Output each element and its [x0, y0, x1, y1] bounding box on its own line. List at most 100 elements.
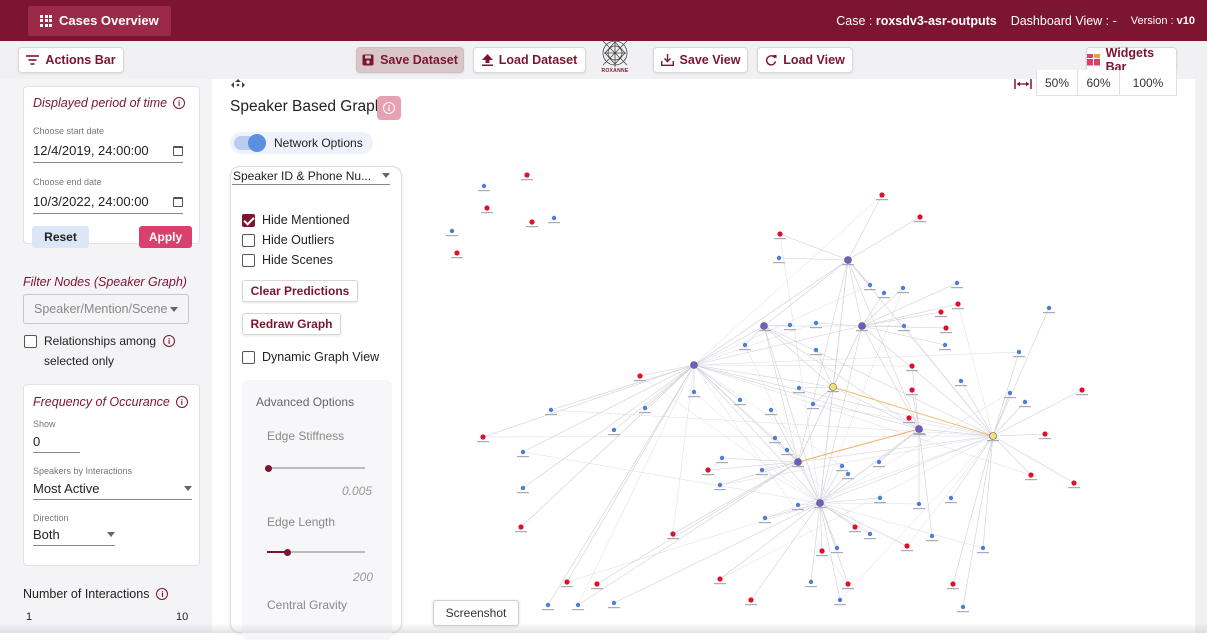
graph-node[interactable] [901, 323, 907, 329]
hide-mentioned-checkbox[interactable] [242, 213, 255, 227]
end-date-field[interactable]: 10/3/2022, 24:00:00 [33, 190, 183, 214]
load-view-button[interactable]: Load View [757, 47, 853, 73]
graph-node[interactable] [520, 485, 526, 491]
graph-node[interactable] [1007, 390, 1013, 396]
graph-hub-node[interactable] [989, 432, 997, 440]
graph-node[interactable] [637, 373, 643, 379]
graph-node[interactable] [881, 290, 887, 296]
graph-node[interactable] [852, 524, 858, 530]
load-dataset-button[interactable]: Load Dataset [473, 47, 586, 73]
graph-node[interactable] [980, 545, 986, 551]
graph-node[interactable] [762, 515, 768, 521]
graph-hub-node[interactable] [858, 322, 866, 330]
graph-node[interactable] [1046, 305, 1052, 311]
move-icon[interactable] [231, 79, 245, 89]
graph-node[interactable] [1028, 472, 1034, 478]
graph-node[interactable] [575, 602, 581, 608]
fit-width-icon[interactable] [1014, 79, 1032, 89]
graph-node[interactable] [950, 581, 956, 587]
graph-node[interactable] [867, 531, 873, 537]
hide-scenes-row[interactable]: Hide Scenes [242, 253, 333, 267]
graph-node[interactable] [1079, 387, 1085, 393]
hide-mentioned-row[interactable]: Hide Mentioned [242, 213, 350, 227]
calendar-icon[interactable] [173, 196, 183, 207]
graph-node[interactable] [777, 231, 783, 237]
filter-nodes-select[interactable]: Speaker/Mention/Scene [23, 294, 189, 324]
graph-node[interactable] [759, 467, 765, 473]
info-icon[interactable]: i [156, 588, 169, 600]
graph-node[interactable] [481, 183, 487, 189]
graph-node[interactable] [943, 325, 949, 331]
graph-node[interactable] [867, 282, 873, 288]
start-date-field[interactable]: 12/4/2019, 24:00:00 [33, 139, 183, 163]
graph-node[interactable] [796, 385, 802, 391]
edge-length-thumb[interactable] [284, 549, 291, 556]
edge-stiffness-slider[interactable] [267, 467, 365, 469]
graph-node[interactable] [955, 301, 961, 307]
graph-node[interactable] [670, 531, 676, 537]
graph-node[interactable] [837, 597, 843, 603]
graph-node[interactable] [795, 502, 801, 508]
direction-select[interactable]: Both [33, 524, 115, 546]
graph-node[interactable] [454, 250, 460, 256]
graph-node[interactable] [900, 285, 906, 291]
info-icon[interactable]: i [163, 335, 176, 347]
speakers-select[interactable]: Most Active [33, 478, 192, 500]
graph-node[interactable] [938, 309, 944, 315]
graph-node[interactable] [904, 543, 910, 549]
graph-node[interactable] [948, 495, 954, 501]
graph-node[interactable] [909, 387, 915, 393]
hide-outliers-row[interactable]: Hide Outliers [242, 233, 334, 247]
zoom-100-button[interactable]: 100% [1119, 70, 1177, 96]
graph-node[interactable] [810, 401, 816, 407]
graph-node[interactable] [719, 455, 725, 461]
graph-hub-node[interactable] [816, 499, 824, 507]
show-input[interactable]: 0 [33, 431, 80, 453]
graph-node[interactable] [564, 579, 570, 585]
graph-node[interactable] [960, 604, 966, 610]
zoom-60-button[interactable]: 60% [1077, 70, 1120, 96]
graph-node[interactable] [929, 533, 935, 539]
graph-node[interactable] [877, 495, 883, 501]
graph-node[interactable] [524, 172, 530, 178]
edge-stiffness-thumb[interactable] [265, 465, 272, 472]
graph-hub-node[interactable] [844, 256, 852, 264]
graph-node[interactable] [717, 482, 723, 488]
graph-node[interactable] [819, 548, 825, 554]
graph-node[interactable] [518, 524, 524, 530]
graph-node[interactable] [1022, 399, 1028, 405]
graph-node[interactable] [484, 205, 490, 211]
hide-outliers-checkbox[interactable] [242, 233, 255, 247]
graph-node[interactable] [748, 597, 754, 603]
graph-node[interactable] [954, 280, 960, 286]
zoom-50-button[interactable]: 50% [1036, 70, 1078, 96]
apply-button[interactable]: Apply [139, 226, 192, 248]
redraw-graph-button[interactable]: Redraw Graph [242, 313, 341, 335]
graph-node[interactable] [845, 581, 851, 587]
graph-node[interactable] [737, 397, 743, 403]
dynamic-view-checkbox[interactable] [242, 350, 255, 364]
graph-node[interactable] [611, 427, 617, 433]
graph-node[interactable] [839, 463, 845, 469]
graph-node[interactable] [551, 215, 557, 221]
node-label-select[interactable]: Speaker ID & Phone Nu... [232, 167, 390, 185]
graph-hub-node[interactable] [915, 425, 923, 433]
graph-node[interactable] [917, 214, 923, 220]
dynamic-view-row[interactable]: Dynamic Graph View [242, 350, 379, 364]
graph-node[interactable] [642, 405, 648, 411]
graph-node[interactable] [611, 600, 617, 606]
calendar-icon[interactable] [173, 145, 183, 156]
graph-node[interactable] [480, 434, 486, 440]
graph-hub-node[interactable] [760, 322, 768, 330]
graph-node[interactable] [1042, 431, 1048, 437]
graph-node[interactable] [916, 501, 922, 507]
graph-info-button[interactable]: i [377, 96, 401, 120]
graph-hub-node[interactable] [794, 458, 802, 466]
graph-node[interactable] [520, 449, 526, 455]
graph-node[interactable] [1016, 349, 1022, 355]
network-options-toggle[interactable]: Network Options [230, 132, 373, 154]
graph-hub-node[interactable] [690, 361, 698, 369]
clear-predictions-button[interactable]: Clear Predictions [242, 280, 358, 302]
graph-hub-node[interactable] [829, 383, 837, 391]
hide-scenes-checkbox[interactable] [242, 253, 255, 267]
